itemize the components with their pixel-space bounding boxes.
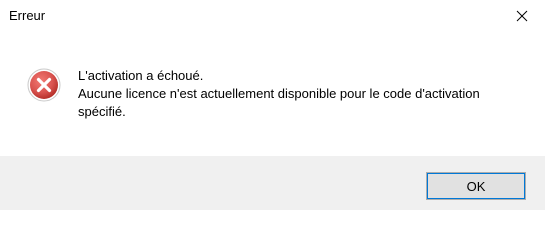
close-button[interactable] <box>499 0 545 32</box>
button-bar: OK <box>0 156 545 210</box>
error-dialog: Erreur L'activation a échoué. Aucune lic… <box>0 0 545 210</box>
ok-button[interactable]: OK <box>426 172 526 200</box>
message-line-2: Aucune licence n'est actuellement dispon… <box>78 86 480 119</box>
message-area: L'activation a échoué. Aucune licence n'… <box>0 32 545 156</box>
window-title: Erreur <box>9 8 46 23</box>
message-line-1: L'activation a échoué. <box>78 68 204 83</box>
title-bar: Erreur <box>0 0 545 32</box>
error-icon <box>27 68 61 102</box>
error-message: L'activation a échoué. Aucune licence n'… <box>78 67 528 121</box>
close-icon <box>516 10 528 22</box>
